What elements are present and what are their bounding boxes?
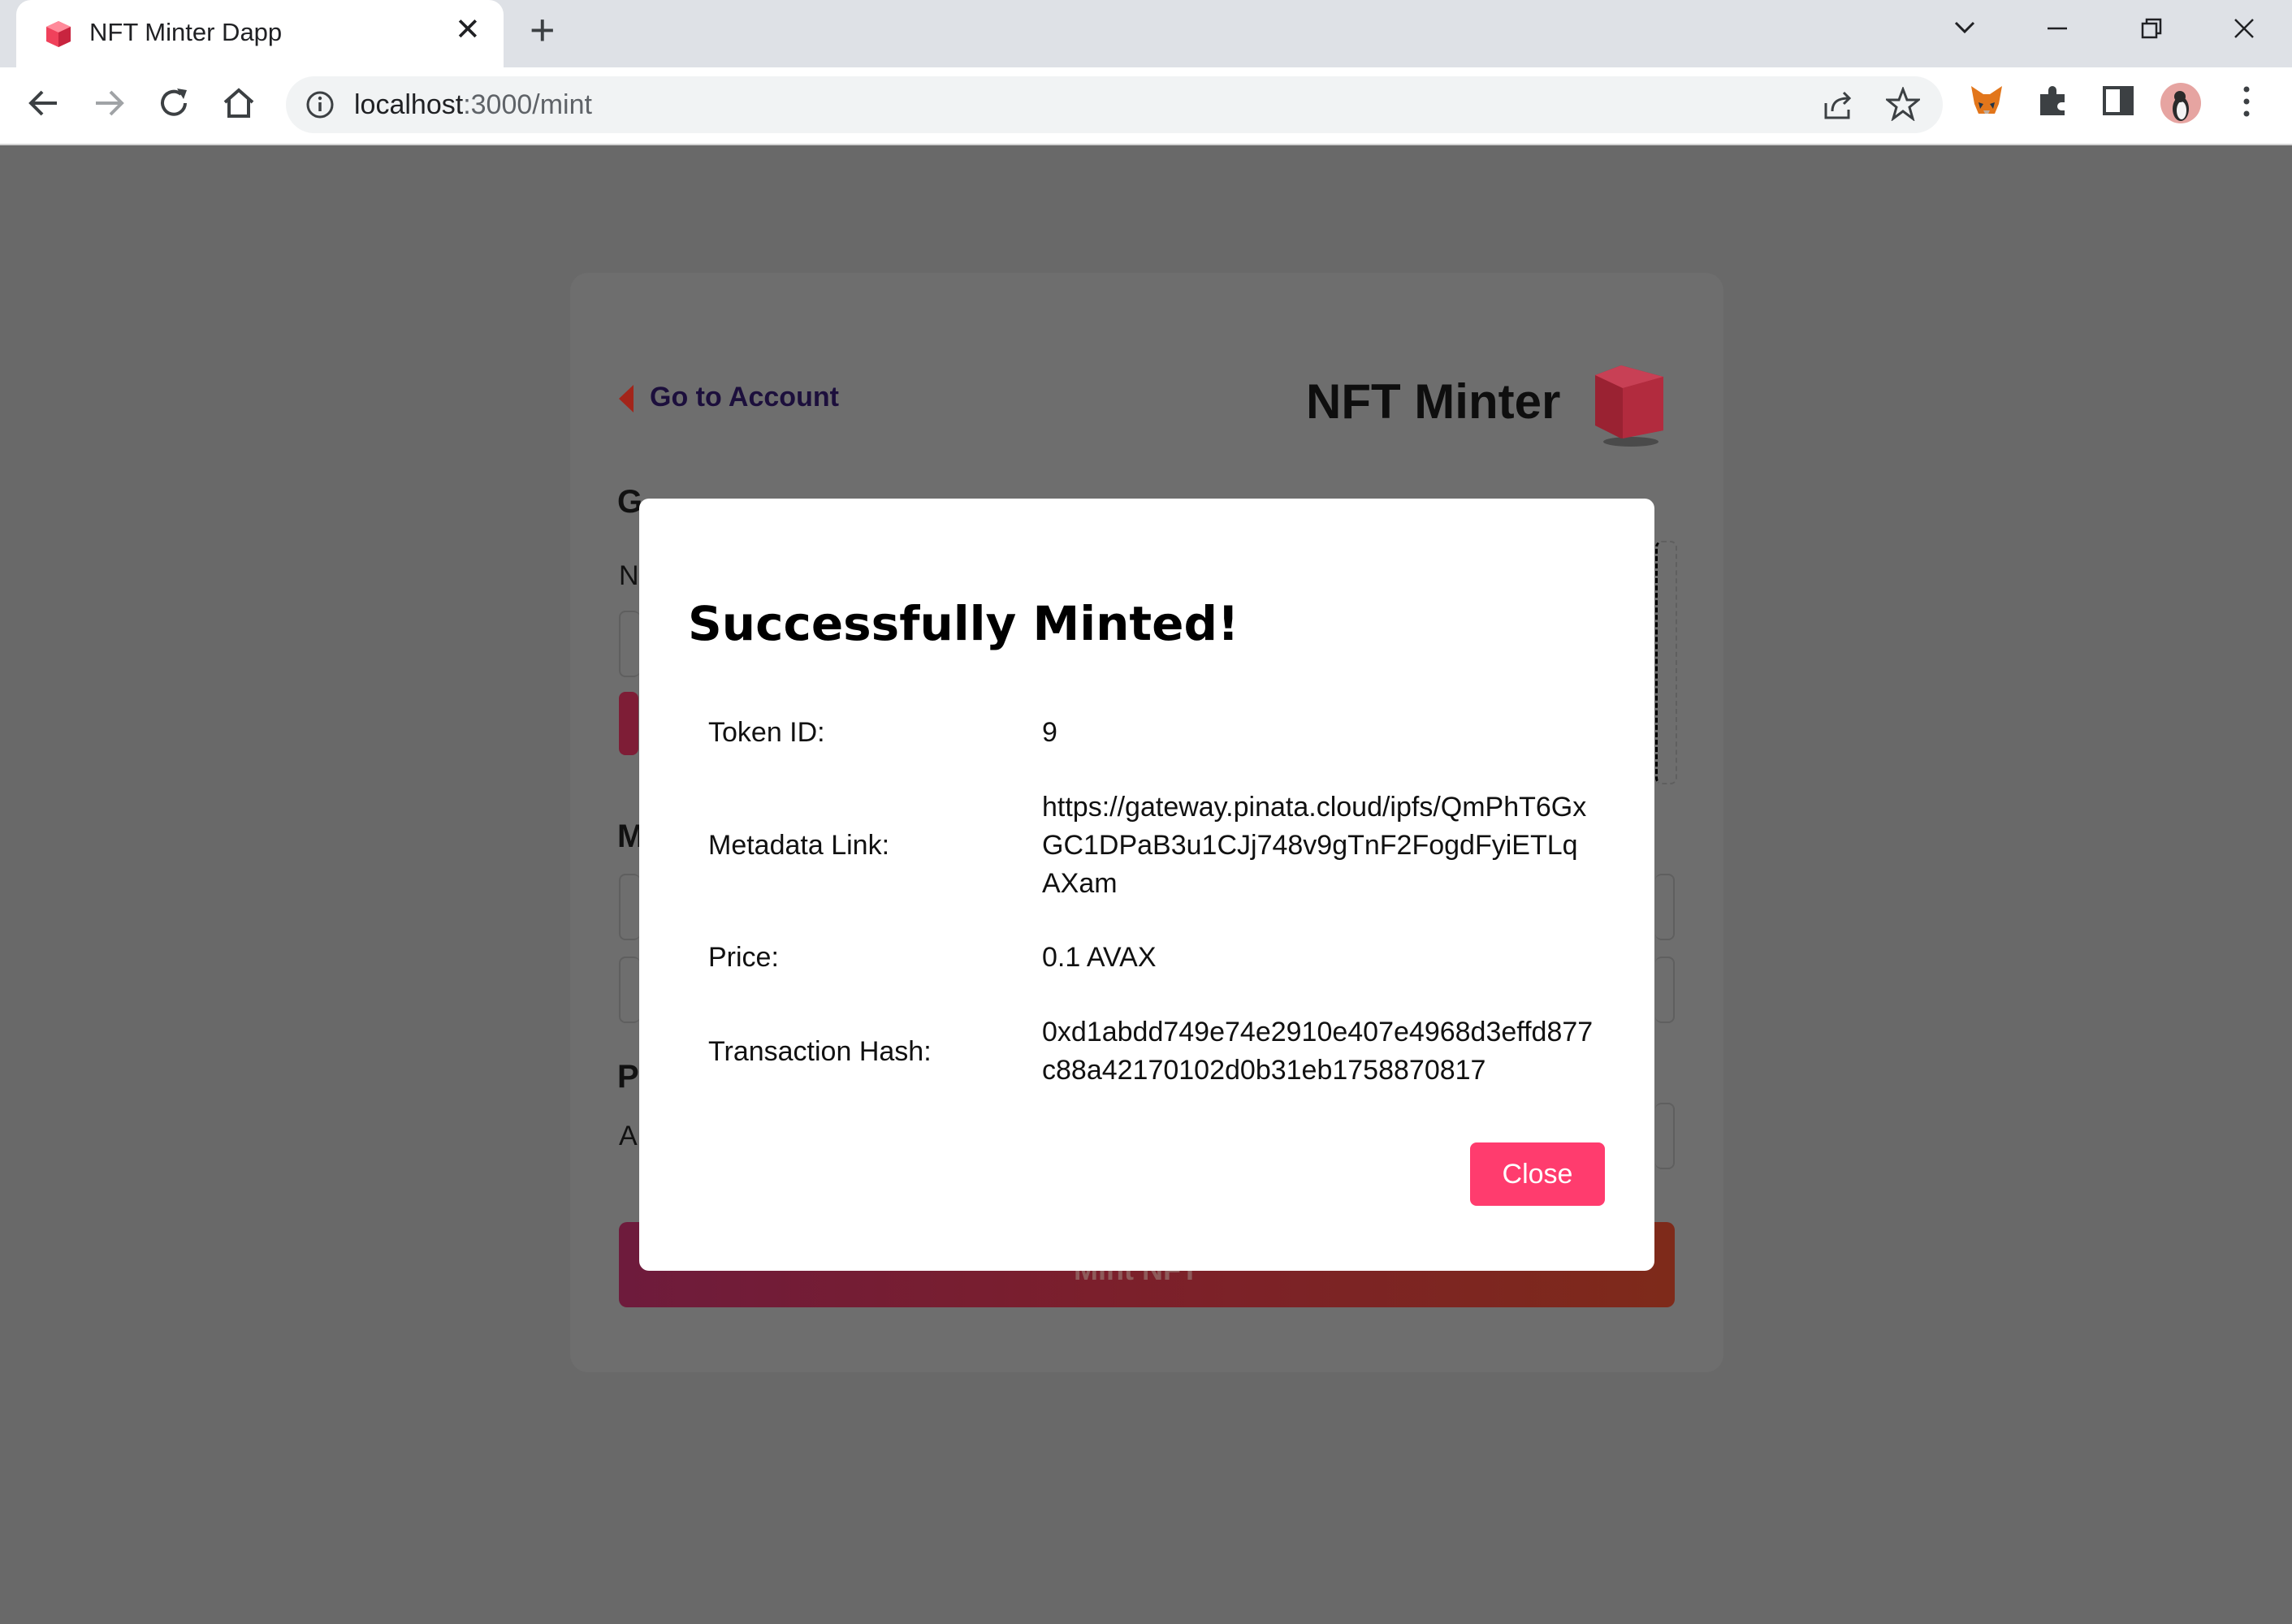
section-heading-fragment-3: P: [617, 1059, 639, 1095]
input-edge-1: [619, 874, 640, 940]
close-button[interactable]: Close: [1470, 1142, 1605, 1206]
input-edge-2: [619, 957, 640, 1023]
minimize-icon[interactable]: [2045, 16, 2069, 41]
tab-close-icon[interactable]: ✕: [455, 15, 481, 45]
price-input-edge: [1655, 1103, 1675, 1169]
profile-avatar[interactable]: [2160, 83, 2201, 123]
dropzone-edge: [1655, 541, 1677, 784]
tab-title: NFT Minter Dapp: [89, 18, 283, 46]
browser-tab-strip: NFT Minter Dapp ✕ +: [0, 0, 2292, 67]
extensions-puzzle-icon[interactable]: [2035, 83, 2071, 119]
metadata-link-value: https://gateway.pinata.cloud/ipfs/QmPhT6…: [1042, 792, 1587, 899]
cube-icon: [46, 21, 71, 47]
transaction-hash-label: Transaction Hash:: [708, 1036, 932, 1067]
cube-logo-icon: [1595, 365, 1663, 447]
window-close-icon[interactable]: [2232, 16, 2256, 41]
new-tab-icon[interactable]: +: [530, 8, 556, 52]
reload-icon[interactable]: [156, 85, 192, 121]
metamask-fox-icon[interactable]: [1969, 83, 2004, 119]
field-label-fragment-2: A: [619, 1121, 638, 1151]
go-to-account-link[interactable]: Go to Account: [619, 382, 839, 413]
back-icon[interactable]: [26, 85, 62, 121]
bookmark-star-icon[interactable]: [1886, 87, 1920, 121]
price-value: 0.1 AVAX: [1042, 942, 1157, 973]
caret-left-icon: [619, 385, 634, 413]
price-label: Price:: [708, 942, 779, 973]
success-modal: Successfully Minted! Token ID: 9 Metadat…: [639, 499, 1654, 1271]
browser-menu-icon[interactable]: [2238, 83, 2255, 120]
browser-tab[interactable]: NFT Minter Dapp ✕: [16, 0, 504, 67]
input-edge-right-1: [1655, 874, 1675, 940]
name-input-edge: [619, 611, 640, 677]
transaction-hash-value: 0xd1abdd749e74e2910e407e4968d3effd877c88…: [1042, 1017, 1594, 1086]
penguin-icon: [2173, 91, 2189, 121]
token-id-value: 9: [1042, 717, 1057, 748]
restore-icon[interactable]: [2139, 16, 2164, 41]
browser-toolbar: localhost:3000/mint: [0, 67, 2292, 145]
url-text: localhost:3000/mint: [354, 89, 592, 120]
metadata-link-label: Metadata Link:: [708, 830, 890, 861]
share-icon[interactable]: [1821, 89, 1853, 121]
site-info-icon[interactable]: [305, 90, 335, 119]
tab-search-icon[interactable]: [1953, 19, 1977, 36]
token-id-label: Token ID:: [708, 717, 825, 748]
upload-button-edge: [619, 692, 638, 755]
brand-title: NFT Minter: [1306, 374, 1561, 429]
modal-title: Successfully Minted!: [688, 596, 1239, 651]
input-edge-right-2: [1655, 957, 1675, 1023]
field-label-fragment: N: [619, 560, 639, 591]
home-icon[interactable]: [221, 85, 257, 121]
forward-icon[interactable]: [91, 85, 127, 121]
address-bar[interactable]: localhost:3000/mint: [286, 76, 1943, 133]
side-panel-icon[interactable]: [2100, 83, 2136, 119]
